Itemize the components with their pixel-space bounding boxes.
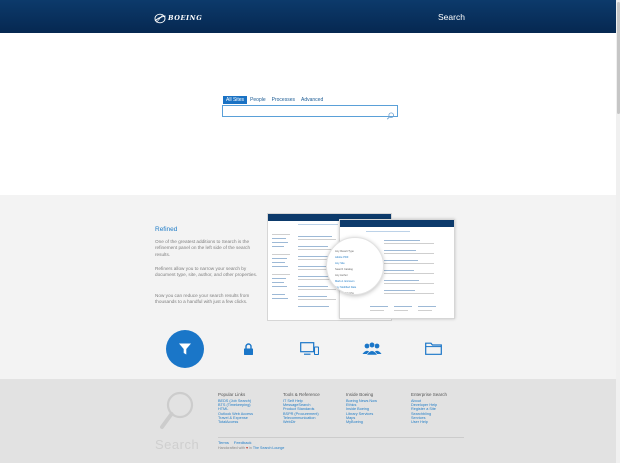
footer-column-title: Inside Boeing <box>346 392 374 397</box>
feature-section: Refined One of the greatest additions to… <box>0 195 616 379</box>
feedback-link[interactable]: Feedback <box>234 440 252 445</box>
funnel-glyph <box>179 343 191 355</box>
terms-link[interactable]: Terms <box>218 440 229 445</box>
footer-column-enterprise-search: Enterprise Search About Developer Help R… <box>411 392 479 424</box>
footer-link[interactable]: WebDir <box>283 420 351 424</box>
footer-column-popular-links: Popular Links BEDS (Job Search) BTS (Tim… <box>218 392 286 424</box>
people-glyph <box>362 341 382 356</box>
footer-link[interactable]: MyBoeing <box>346 420 414 424</box>
footer-column-inside-boeing: Inside Boeing Boeing News Now Ethics Ins… <box>346 392 414 424</box>
folder-icon[interactable] <box>425 342 442 360</box>
people-icon[interactable] <box>362 341 382 360</box>
tab-people[interactable]: People <box>247 96 269 104</box>
page: BOEING Search All Sites People Processes… <box>0 0 620 463</box>
feature-paragraph: One of the greatest additions to Search … <box>155 239 251 257</box>
search-input[interactable] <box>223 106 383 116</box>
footer-column-tools-reference: Tools & Reference IT Self Help MessageSe… <box>283 392 351 424</box>
computer-icon[interactable] <box>300 342 320 360</box>
tab-advanced[interactable]: Advanced <box>298 96 326 104</box>
header-bar: BOEING Search <box>0 0 616 33</box>
search-box <box>222 105 398 120</box>
footer-bottom: Terms Feedback Handcrafted with ♥ in The… <box>218 440 284 450</box>
footer-bottom-links: Terms Feedback <box>218 440 284 445</box>
vertical-scrollbar[interactable] <box>616 0 620 463</box>
footer-divider <box>218 437 464 438</box>
feature-paragraph: Refiners allow you to narrow your search… <box>155 266 258 278</box>
feature-icons-row <box>0 327 616 368</box>
footer-link[interactable]: TotalAccess <box>218 420 286 424</box>
search-icon <box>386 112 394 120</box>
magnifier-lens: Any Result Type Adobe PDF Any Site Searc… <box>326 237 384 295</box>
logo-text: BOEING <box>168 14 203 22</box>
tab-processes[interactable]: Processes <box>269 96 298 104</box>
boeing-logo-icon <box>154 13 166 23</box>
footer-column-title: Popular Links <box>218 392 246 397</box>
feature-title: Refined <box>155 226 178 233</box>
credit-mid: in <box>249 446 252 450</box>
footer: Search Popular Links BEDS (Job Search) B… <box>0 379 616 463</box>
footer-column-title: Tools & Reference <box>283 392 320 397</box>
search-icon <box>160 390 196 437</box>
search-lounge-link[interactable]: The Search Lounge <box>253 446 285 450</box>
footer-link[interactable]: User Help <box>411 420 479 424</box>
credit-prefix: Handcrafted with <box>218 446 245 450</box>
computer-glyph <box>300 342 320 356</box>
footer-column-title: Enterprise Search <box>411 392 448 397</box>
refiners-screenshot-illustration: Any Result Type Adobe PDF Any Site Searc… <box>267 209 455 323</box>
footer-credit: Handcrafted with ♥ in The Search Lounge <box>218 446 284 450</box>
heart-icon: ♥ <box>245 446 249 450</box>
filter-icon[interactable] <box>166 330 204 368</box>
folder-glyph <box>425 342 442 355</box>
tab-all-sites[interactable]: All Sites <box>223 96 248 104</box>
header-title: Search <box>438 12 465 22</box>
boeing-logo[interactable]: BOEING <box>154 12 202 24</box>
search-scope-tabs: All Sites People Processes Advanced <box>223 96 326 104</box>
feature-paragraph: Now you can reduce your search results f… <box>155 293 250 305</box>
footer-search-wordmark: Search <box>155 437 200 452</box>
lock-icon[interactable] <box>243 342 254 360</box>
search-glyph <box>160 391 194 429</box>
lock-glyph <box>244 343 253 355</box>
search-button[interactable] <box>386 107 395 120</box>
